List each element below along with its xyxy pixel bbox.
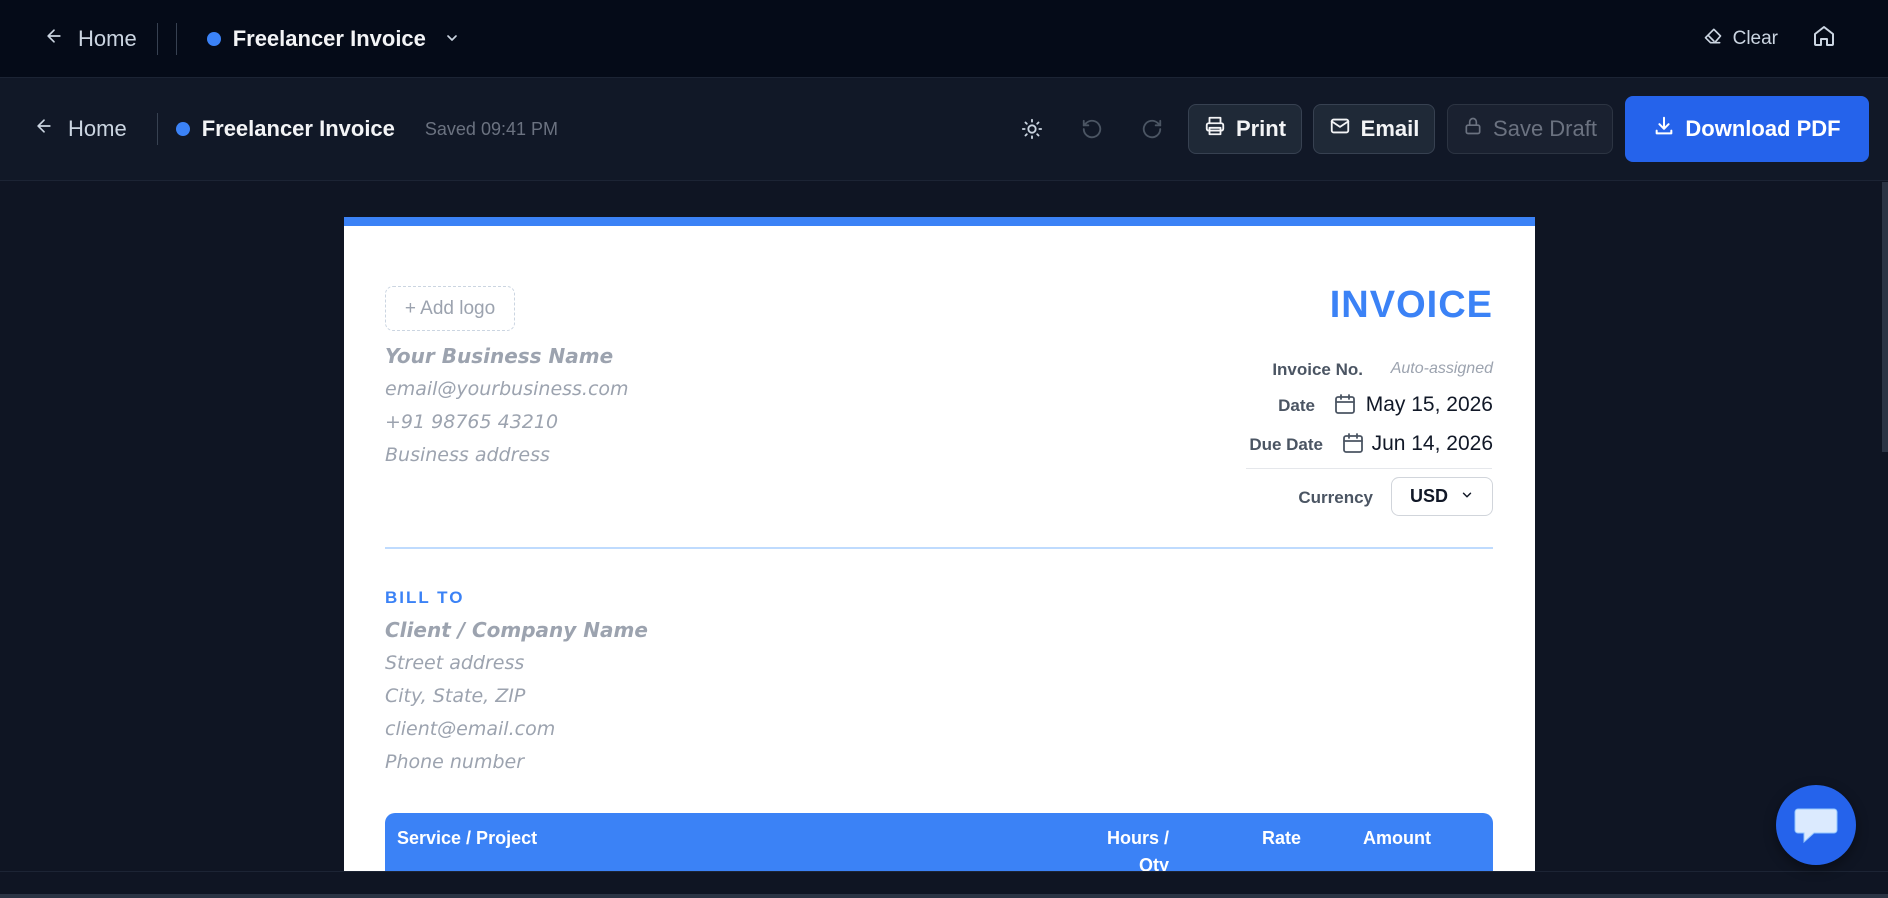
clear-label: Clear xyxy=(1732,28,1778,49)
invoice-no-value: Auto-assigned xyxy=(1390,360,1493,377)
currency-label: Currency xyxy=(1298,488,1373,507)
business-address-field[interactable]: Business address xyxy=(385,444,550,466)
sun-icon xyxy=(1021,118,1043,145)
due-date-label: Due Date xyxy=(1249,435,1323,454)
saved-status: Saved 09:41 PM xyxy=(424,118,558,139)
download-icon xyxy=(1653,115,1675,143)
client-name-field[interactable]: Client / Company Name xyxy=(385,618,648,642)
divider xyxy=(156,22,158,55)
undo-button[interactable] xyxy=(1076,115,1108,147)
clear-button[interactable]: Clear xyxy=(1703,26,1778,52)
divider xyxy=(156,113,158,145)
save-draft-label: Save Draft xyxy=(1493,116,1597,141)
invoice-title: INVOICE xyxy=(1329,284,1493,326)
top-doc-title: Freelancer Invoice xyxy=(232,25,426,51)
arrow-left-icon xyxy=(34,116,54,142)
invoice-no-label: Invoice No. xyxy=(1272,360,1363,379)
column-header-service: Service / Project xyxy=(397,828,538,848)
download-label: Download PDF xyxy=(1685,116,1841,141)
business-phone-field[interactable]: +91 98765 43210 xyxy=(385,411,558,433)
divider xyxy=(1246,468,1492,469)
chevron-down-icon xyxy=(444,26,460,52)
home-icon[interactable] xyxy=(1812,24,1836,54)
printer-icon xyxy=(1204,115,1226,143)
column-header-hours-line2: Qty xyxy=(1138,855,1169,871)
scrollbar[interactable] xyxy=(1882,182,1888,452)
toolbar-home-link[interactable]: Home xyxy=(34,116,127,142)
eraser-icon xyxy=(1703,26,1723,52)
section-divider xyxy=(385,547,1493,549)
calendar-icon[interactable] xyxy=(1341,431,1365,460)
divider xyxy=(175,22,177,55)
print-button[interactable]: Print xyxy=(1188,104,1302,154)
column-header-hours: Hours / Qty xyxy=(1105,828,1169,871)
date-label: Date xyxy=(1278,396,1315,415)
line-items-table-header: Service / Project Hours / Qty Rate Amoun… xyxy=(385,813,1493,871)
top-home-link[interactable]: Home xyxy=(44,26,137,52)
bill-to-heading: BILL TO xyxy=(385,588,465,607)
email-button[interactable]: Email xyxy=(1313,104,1435,154)
top-bar: Home Freelancer Invoice Clear xyxy=(0,0,1888,78)
calendar-icon[interactable] xyxy=(1333,392,1357,421)
chevron-down-icon xyxy=(1460,486,1474,507)
business-name-field[interactable]: Your Business Name xyxy=(385,344,613,368)
client-phone-field[interactable]: Phone number xyxy=(385,751,524,773)
invoice-document: + Add logo Your Business Name email@your… xyxy=(344,217,1535,871)
redo-button[interactable] xyxy=(1136,115,1168,147)
download-pdf-button[interactable]: Download PDF xyxy=(1625,96,1869,162)
client-email-field[interactable]: client@email.com xyxy=(385,718,555,740)
status-dot xyxy=(175,122,190,136)
mail-icon xyxy=(1329,115,1351,143)
column-header-amount: Amount xyxy=(1363,828,1431,848)
redo-icon xyxy=(1141,118,1163,145)
chat-button[interactable] xyxy=(1776,785,1856,865)
date-field[interactable]: May 15, 2026 xyxy=(1366,393,1493,417)
column-header-hours-line1: Hours / xyxy=(1106,828,1169,848)
column-header-rate: Rate xyxy=(1262,828,1302,848)
save-draft-button[interactable]: Save Draft xyxy=(1447,104,1613,154)
email-label: Email xyxy=(1360,116,1420,141)
theme-toggle-button[interactable] xyxy=(1016,115,1048,147)
lock-icon xyxy=(1463,116,1483,142)
arrow-left-icon xyxy=(44,26,64,52)
due-date-field[interactable]: Jun 14, 2026 xyxy=(1372,432,1493,456)
top-doc-switcher[interactable]: Freelancer Invoice xyxy=(206,25,460,52)
add-logo-button[interactable]: + Add logo xyxy=(385,286,515,331)
toolbar-doc-title-group: Freelancer Invoice Saved 09:41 PM xyxy=(175,116,558,142)
horizontal-scrollbar[interactable] xyxy=(0,894,1888,898)
business-email-field[interactable]: email@yourbusiness.com xyxy=(385,378,629,400)
currency-select[interactable]: USD xyxy=(1391,477,1493,516)
status-dot xyxy=(206,31,221,46)
bottom-strip xyxy=(0,871,1888,898)
client-city-field[interactable]: City, State, ZIP xyxy=(385,685,525,707)
toolbar-doc-title: Freelancer Invoice xyxy=(201,116,395,141)
toolbar-home-label: Home xyxy=(68,116,127,141)
undo-icon xyxy=(1081,118,1103,145)
client-street-field[interactable]: Street address xyxy=(385,652,524,674)
print-label: Print xyxy=(1235,116,1287,141)
top-home-label: Home xyxy=(78,25,137,51)
chat-bubble-icon xyxy=(1792,801,1840,850)
currency-value: USD xyxy=(1409,486,1448,506)
